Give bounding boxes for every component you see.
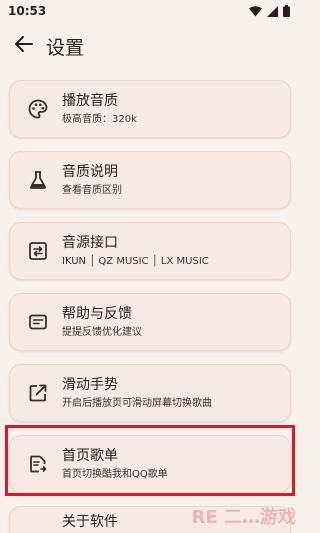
open-external-icon: [27, 382, 49, 404]
wifi-icon: [249, 5, 262, 17]
signal-icon: [267, 5, 278, 17]
setting-title: 关于软件: [62, 514, 118, 530]
arrow-left-icon: [15, 36, 33, 56]
status-bar: 10:53: [0, 0, 300, 22]
page-title: 设置: [46, 36, 85, 59]
watermark: RE 二…游戏: [191, 507, 296, 528]
setting-title: 帮助与反馈: [62, 305, 132, 322]
status-icons: [249, 5, 290, 17]
setting-subtitle: 查看音质区别: [62, 184, 122, 196]
setting-subtitle: 提提反馈优化建议: [62, 326, 142, 338]
setting-title: 播放音质: [62, 92, 118, 109]
back-button[interactable]: [8, 30, 40, 62]
app-bar: 设置: [0, 28, 300, 64]
setting-title: 音源接口: [62, 234, 118, 251]
setting-help-feedback[interactable]: 帮助与反馈 提提反馈优化建议: [9, 293, 291, 351]
setting-title: 滑动手势: [62, 376, 118, 393]
battery-icon: [283, 5, 290, 17]
setting-swipe-gesture[interactable]: 滑动手势 开启后播放页可滑动屏幕切换歌曲: [9, 364, 291, 422]
setting-subtitle: IKUN │ QZ MUSIC │ LX MUSIC: [62, 255, 209, 267]
highlight-box: [5, 425, 295, 496]
feedback-icon: [27, 311, 49, 333]
setting-quality-explanation[interactable]: 音质说明 查看音质区别: [9, 151, 291, 209]
setting-subtitle: 极高音质：320k: [62, 113, 137, 125]
flask-icon: [27, 169, 49, 191]
swap-icon: [27, 240, 49, 262]
palette-icon: [27, 98, 49, 120]
status-time: 10:53: [8, 4, 47, 18]
setting-title: 音质说明: [62, 163, 118, 180]
setting-subtitle: 开启后播放页可滑动屏幕切换歌曲: [62, 397, 212, 409]
setting-source-api[interactable]: 音源接口 IKUN │ QZ MUSIC │ LX MUSIC: [9, 222, 291, 280]
setting-playback-quality[interactable]: 播放音质 极高音质：320k: [9, 80, 291, 138]
